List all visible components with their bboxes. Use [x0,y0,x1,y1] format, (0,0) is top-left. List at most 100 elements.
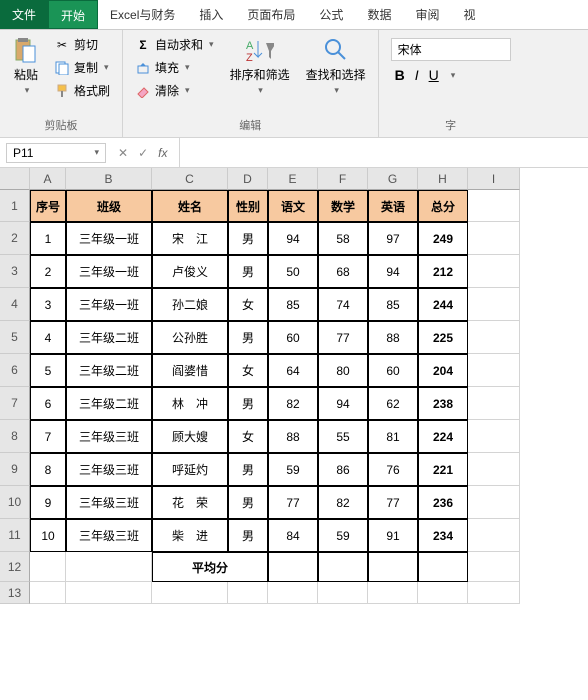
cell[interactable] [318,582,368,604]
cell[interactable]: 三年级三班 [66,453,152,486]
cell[interactable]: 1 [30,222,66,255]
tab-2[interactable]: Excel与财务 [98,0,187,29]
cell[interactable]: 81 [368,420,418,453]
copy-button[interactable]: 复制▾ [50,57,114,78]
cell[interactable]: 语文 [268,190,318,222]
tab-4[interactable]: 页面布局 [235,0,307,29]
font-name-select[interactable]: 宋体 [391,38,511,61]
cell[interactable]: 4 [30,321,66,354]
cell[interactable]: 三年级一班 [66,288,152,321]
cell[interactable]: 82 [268,387,318,420]
cell[interactable] [468,321,520,354]
cell[interactable] [468,190,520,222]
cell[interactable]: 三年级二班 [66,321,152,354]
cell[interactable] [468,354,520,387]
cell[interactable] [30,552,66,582]
cell[interactable]: 10 [30,519,66,552]
col-header-F[interactable]: F [318,168,368,190]
cell[interactable]: 三年级三班 [66,519,152,552]
cell[interactable]: 男 [228,255,268,288]
tab-7[interactable]: 审阅 [403,0,451,29]
cell[interactable]: 三年级二班 [66,354,152,387]
col-header-C[interactable]: C [152,168,228,190]
cell[interactable]: 221 [418,453,468,486]
cell[interactable]: 244 [418,288,468,321]
cell[interactable]: 男 [228,222,268,255]
cell[interactable]: 三年级三班 [66,420,152,453]
cell[interactable]: 236 [418,486,468,519]
col-header-G[interactable]: G [368,168,418,190]
cell[interactable] [468,453,520,486]
cell[interactable] [418,552,468,582]
fx-icon[interactable]: fx [158,146,167,160]
cell[interactable]: 三年级三班 [66,486,152,519]
cell[interactable]: 女 [228,288,268,321]
cell[interactable]: 英语 [368,190,418,222]
cell[interactable]: 平均分 [152,552,268,582]
cell[interactable]: 女 [228,354,268,387]
fill-button[interactable]: 填充▾ [131,57,218,78]
cell[interactable]: 三年级一班 [66,222,152,255]
cell[interactable]: 77 [268,486,318,519]
cancel-formula-button[interactable]: ✕ [118,146,128,160]
cell[interactable]: 85 [368,288,418,321]
cell[interactable] [468,420,520,453]
row-header-2[interactable]: 2 [0,222,30,255]
cell[interactable] [468,552,520,582]
row-header-8[interactable]: 8 [0,420,30,453]
cell[interactable]: 花 荣 [152,486,228,519]
cell[interactable]: 59 [268,453,318,486]
row-header-7[interactable]: 7 [0,387,30,420]
cell[interactable] [468,519,520,552]
cell[interactable] [468,288,520,321]
cell[interactable]: 8 [30,453,66,486]
cell[interactable]: 公孙胜 [152,321,228,354]
tab-3[interactable]: 插入 [187,0,235,29]
col-header-H[interactable]: H [418,168,468,190]
tab-8[interactable]: 视 [451,0,487,29]
formula-input[interactable] [179,138,588,167]
cell[interactable]: 序号 [30,190,66,222]
sort-filter-button[interactable]: AZ 排序和筛选▾ [226,34,294,101]
cell[interactable]: 76 [368,453,418,486]
cell[interactable]: 宋 江 [152,222,228,255]
col-header-B[interactable]: B [66,168,152,190]
cell[interactable]: 60 [268,321,318,354]
cell[interactable]: 204 [418,354,468,387]
cell[interactable]: 86 [318,453,368,486]
tab-5[interactable]: 公式 [307,0,355,29]
clear-button[interactable]: 清除▾ [131,80,218,101]
cell[interactable]: 212 [418,255,468,288]
autosum-button[interactable]: Σ自动求和▾ [131,34,218,55]
cell[interactable]: 数学 [318,190,368,222]
col-header-E[interactable]: E [268,168,318,190]
cell[interactable]: 男 [228,453,268,486]
cell[interactable]: 94 [368,255,418,288]
format-painter-button[interactable]: 格式刷 [50,80,114,101]
cell[interactable]: 顾大嫂 [152,420,228,453]
cell[interactable] [468,222,520,255]
cell[interactable]: 阎婆惜 [152,354,228,387]
cell[interactable]: 238 [418,387,468,420]
cell[interactable]: 58 [318,222,368,255]
row-header-1[interactable]: 1 [0,190,30,222]
tab-0[interactable]: 文件 [0,0,48,29]
cell[interactable]: 85 [268,288,318,321]
bold-button[interactable]: B [395,67,405,83]
cell[interactable]: 呼延灼 [152,453,228,486]
cell[interactable]: 性别 [228,190,268,222]
cell[interactable]: 女 [228,420,268,453]
tab-6[interactable]: 数据 [355,0,403,29]
cell[interactable]: 77 [318,321,368,354]
cell[interactable]: 9 [30,486,66,519]
find-select-button[interactable]: 查找和选择▾ [302,34,370,101]
cell[interactable]: 91 [368,519,418,552]
cell[interactable]: 64 [268,354,318,387]
row-header-11[interactable]: 11 [0,519,30,552]
cell[interactable]: 234 [418,519,468,552]
cell[interactable]: 224 [418,420,468,453]
cell[interactable]: 225 [418,321,468,354]
cell[interactable]: 3 [30,288,66,321]
col-header-D[interactable]: D [228,168,268,190]
row-header-13[interactable]: 13 [0,582,30,604]
